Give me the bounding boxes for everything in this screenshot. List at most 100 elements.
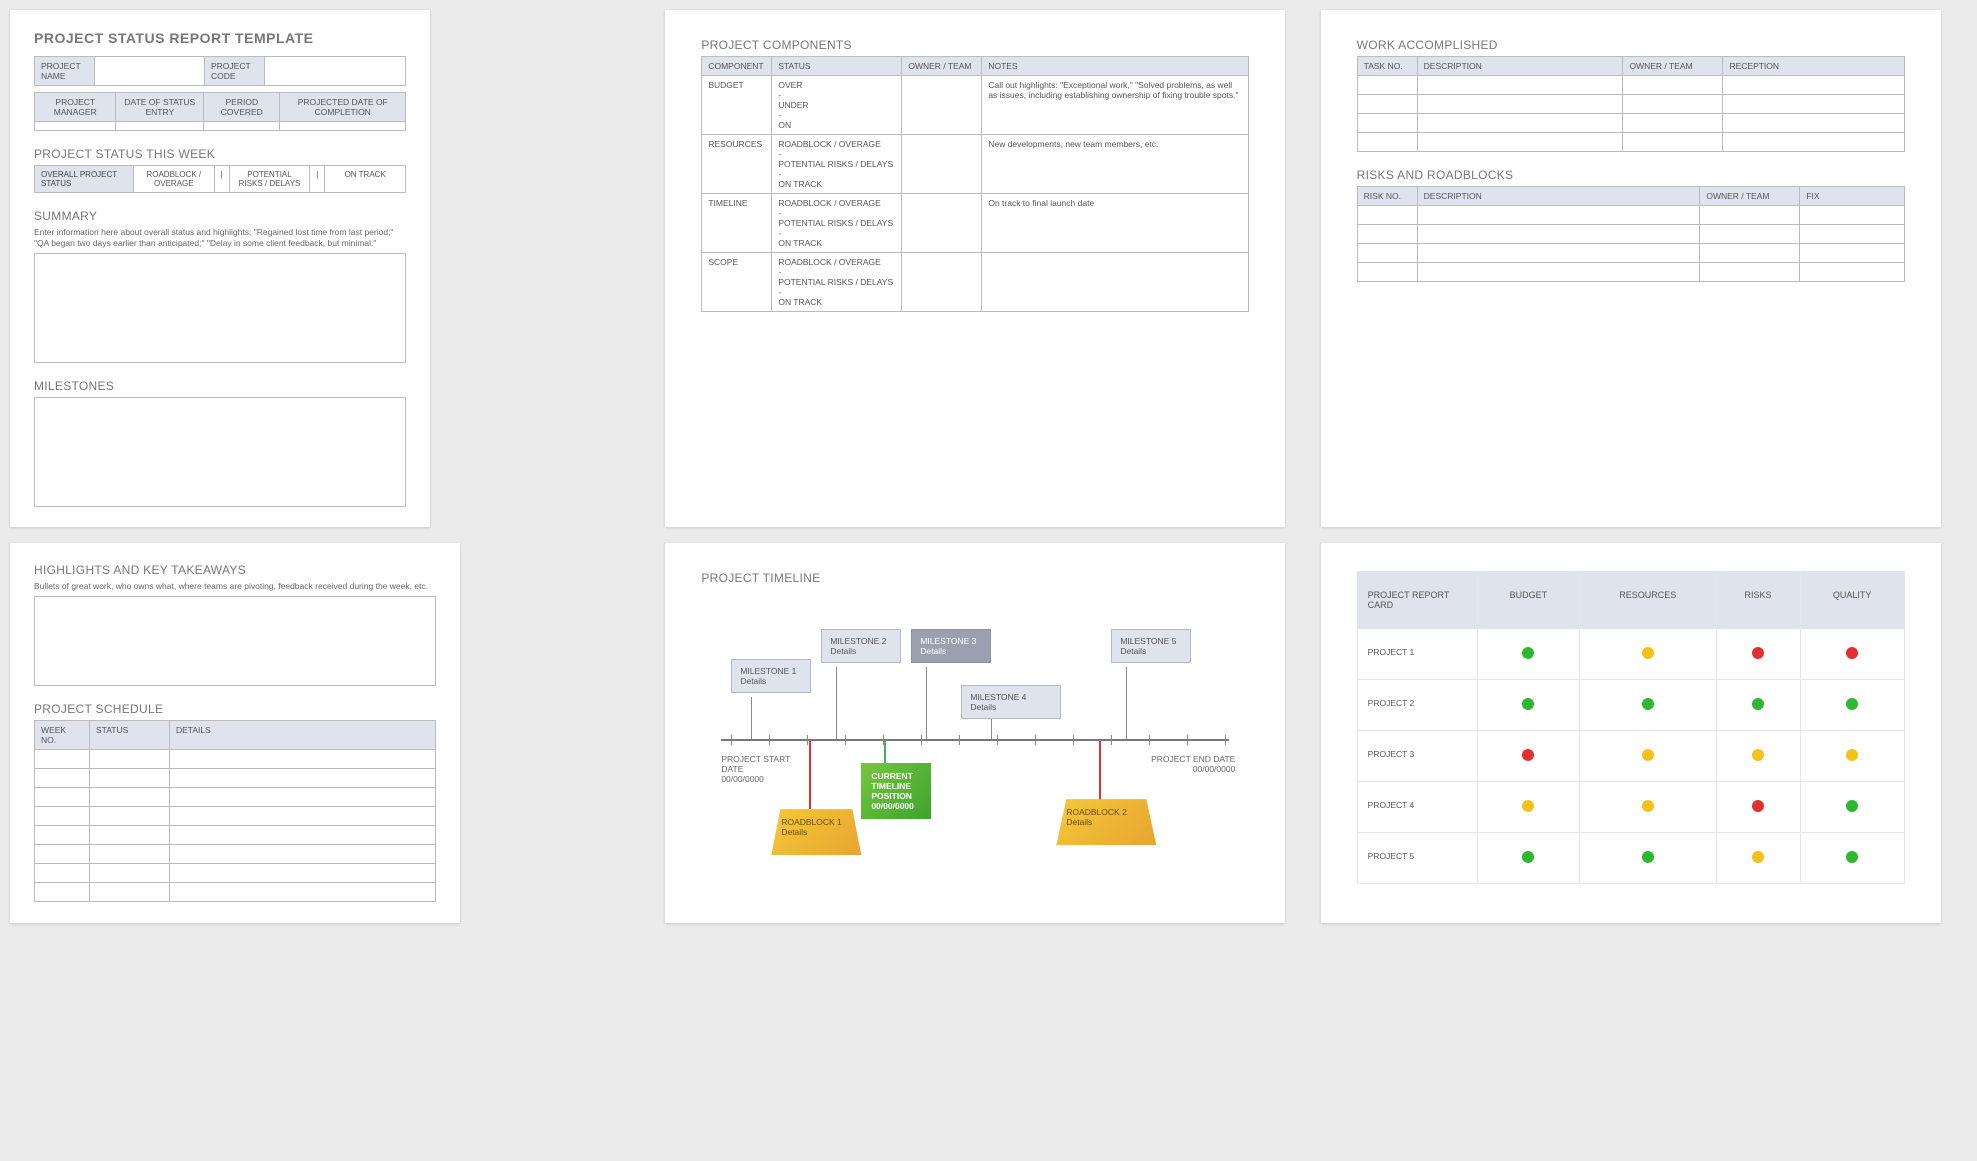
- status-potential-risks[interactable]: POTENTIAL RISKS / DELAYS: [230, 165, 311, 193]
- comp-owner[interactable]: [902, 253, 982, 312]
- cell[interactable]: [90, 769, 170, 788]
- cell[interactable]: [1723, 133, 1904, 152]
- cell[interactable]: [35, 122, 116, 131]
- cell[interactable]: [1623, 76, 1723, 95]
- cell[interactable]: [1417, 263, 1700, 282]
- section-summary: SUMMARY: [34, 209, 406, 223]
- cell[interactable]: [170, 883, 436, 902]
- cell[interactable]: [35, 883, 90, 902]
- cell[interactable]: [1623, 114, 1723, 133]
- milestone-1[interactable]: MILESTONE 1Details: [731, 659, 811, 693]
- cell[interactable]: [1417, 114, 1623, 133]
- status-roadblock[interactable]: ROADBLOCK / OVERAGE: [134, 165, 215, 193]
- cell[interactable]: [1417, 225, 1700, 244]
- cell[interactable]: [1357, 133, 1417, 152]
- cell[interactable]: [1357, 206, 1417, 225]
- cell[interactable]: [35, 845, 90, 864]
- cell[interactable]: [90, 845, 170, 864]
- cell[interactable]: [170, 807, 436, 826]
- status-dot: [1800, 680, 1904, 731]
- comp-notes[interactable]: New developments, new team members, etc.: [982, 135, 1249, 194]
- cell[interactable]: [1623, 133, 1723, 152]
- cell[interactable]: [1357, 225, 1417, 244]
- cell[interactable]: [1723, 95, 1904, 114]
- cell[interactable]: [116, 122, 204, 131]
- cell[interactable]: [35, 864, 90, 883]
- milestone-5[interactable]: MILESTONE 5Details: [1111, 629, 1191, 663]
- cell[interactable]: [35, 826, 90, 845]
- cell[interactable]: [1723, 76, 1904, 95]
- cell[interactable]: [1417, 133, 1623, 152]
- cell[interactable]: [1700, 225, 1800, 244]
- cell[interactable]: [204, 122, 280, 131]
- comp-status[interactable]: ROADBLOCK / OVERAGE - POTENTIAL RISKS / …: [772, 194, 902, 253]
- cell[interactable]: [1417, 244, 1700, 263]
- cell[interactable]: [90, 750, 170, 769]
- cell[interactable]: [35, 807, 90, 826]
- cell[interactable]: [1357, 244, 1417, 263]
- cell[interactable]: [1800, 263, 1904, 282]
- status-dot: [1580, 782, 1716, 833]
- cell[interactable]: [35, 788, 90, 807]
- roadblock-1[interactable]: ROADBLOCK 1Details: [771, 809, 861, 855]
- roadblock-2[interactable]: ROADBLOCK 2Details: [1056, 799, 1156, 845]
- cell[interactable]: [1723, 114, 1904, 133]
- cell[interactable]: [1417, 76, 1623, 95]
- cell[interactable]: [90, 864, 170, 883]
- input-project-code[interactable]: [265, 57, 406, 86]
- cell[interactable]: [1800, 206, 1904, 225]
- col-notes: NOTES: [982, 57, 1249, 76]
- cell[interactable]: [170, 864, 436, 883]
- section-risks: RISKS AND ROADBLOCKS: [1357, 168, 1905, 182]
- cell[interactable]: [170, 750, 436, 769]
- milestones-input[interactable]: [34, 397, 406, 507]
- report-card-table: PROJECT REPORT CARD BUDGET RESOURCES RIS…: [1357, 571, 1905, 884]
- col-reception: RECEPTION: [1723, 57, 1904, 76]
- cell[interactable]: [1357, 114, 1417, 133]
- cell[interactable]: [280, 122, 406, 131]
- comp-status[interactable]: ROADBLOCK / OVERAGE - POTENTIAL RISKS / …: [772, 135, 902, 194]
- cell[interactable]: [1417, 95, 1623, 114]
- cell[interactable]: [1357, 76, 1417, 95]
- cell[interactable]: [170, 788, 436, 807]
- cell[interactable]: [170, 845, 436, 864]
- cell[interactable]: [170, 826, 436, 845]
- milestone-2[interactable]: MILESTONE 2Details: [821, 629, 901, 663]
- status-dot: [1580, 629, 1716, 680]
- comp-notes[interactable]: [982, 253, 1249, 312]
- cell[interactable]: [1700, 206, 1800, 225]
- comp-status[interactable]: OVER - UNDER - ON: [772, 76, 902, 135]
- cell[interactable]: [170, 769, 436, 788]
- cell[interactable]: [35, 750, 90, 769]
- highlights-input[interactable]: [34, 596, 436, 686]
- page-components: PROJECT COMPONENTS COMPONENT STATUS OWNE…: [665, 10, 1285, 527]
- cell[interactable]: [1800, 225, 1904, 244]
- comp-owner[interactable]: [902, 135, 982, 194]
- input-project-name[interactable]: [95, 57, 205, 86]
- current-timeline-position[interactable]: CURRENT TIMELINE POSITION00/00/0000: [861, 763, 931, 819]
- section-timeline: PROJECT TIMELINE: [701, 571, 1249, 585]
- milestone-4[interactable]: MILESTONE 4Details: [961, 685, 1061, 719]
- cell[interactable]: [90, 788, 170, 807]
- status-on-track[interactable]: ON TRACK: [325, 165, 406, 193]
- cell[interactable]: [35, 769, 90, 788]
- summary-input[interactable]: [34, 253, 406, 363]
- comp-owner[interactable]: [902, 194, 982, 253]
- comp-status[interactable]: ROADBLOCK / OVERAGE - POTENTIAL RISKS / …: [772, 253, 902, 312]
- cell[interactable]: [1357, 263, 1417, 282]
- cell[interactable]: [90, 883, 170, 902]
- cell[interactable]: [90, 807, 170, 826]
- cell[interactable]: [1357, 95, 1417, 114]
- cell[interactable]: [1800, 244, 1904, 263]
- col-details: DETAILS: [170, 721, 436, 750]
- cell[interactable]: [1417, 206, 1700, 225]
- comp-owner[interactable]: [902, 76, 982, 135]
- cell[interactable]: [90, 826, 170, 845]
- comp-notes[interactable]: On track to final launch date: [982, 194, 1249, 253]
- milestone-3[interactable]: MILESTONE 3Details: [911, 629, 991, 663]
- cell[interactable]: [1623, 95, 1723, 114]
- comp-notes[interactable]: Call out highlights: "Exceptional work,"…: [982, 76, 1249, 135]
- col-component: COMPONENT: [702, 57, 772, 76]
- cell[interactable]: [1700, 244, 1800, 263]
- cell[interactable]: [1700, 263, 1800, 282]
